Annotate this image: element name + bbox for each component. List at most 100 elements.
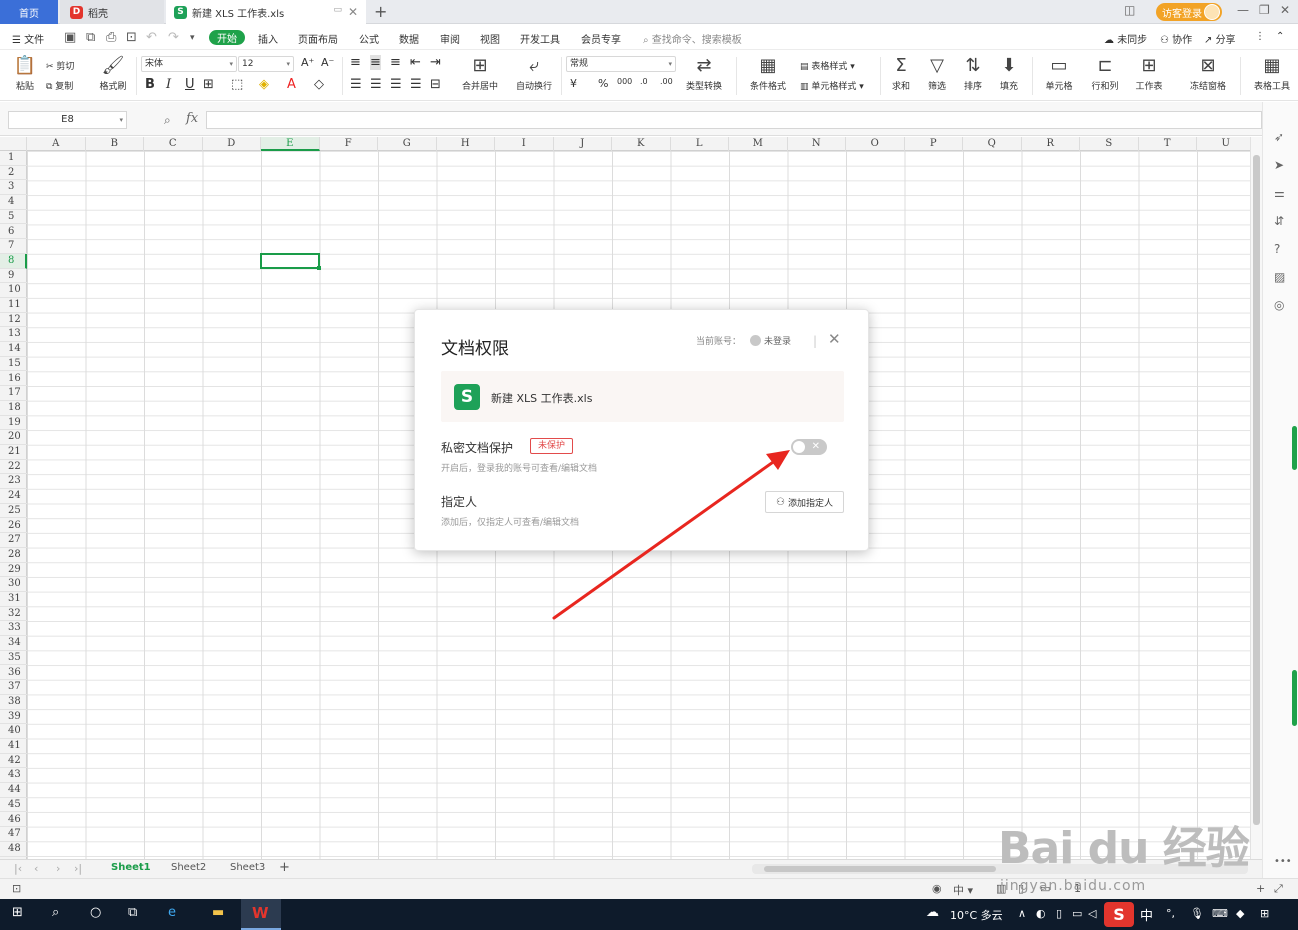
row-header-40[interactable]: 40	[0, 724, 27, 739]
new-tab-icon[interactable]: +	[374, 2, 387, 21]
sheet-tab-3[interactable]: Sheet3	[230, 862, 265, 873]
tab-document[interactable]: S 新建 XLS 工作表.xls ▭ ✕	[166, 0, 366, 24]
row-header-39[interactable]: 39	[0, 710, 27, 725]
row-header-9[interactable]: 9	[0, 269, 27, 284]
share-button[interactable]: ↗ 分享	[1204, 31, 1236, 46]
cursor-icon[interactable]: ➤	[1274, 158, 1284, 172]
wrap-text-button[interactable]: ⤶ 自动换行	[512, 55, 556, 92]
menu-data[interactable]: 数据	[399, 31, 419, 46]
print-icon[interactable]: ⎙	[106, 30, 116, 45]
column-header-u[interactable]: U	[1197, 137, 1250, 151]
column-header-p[interactable]: P	[905, 137, 963, 151]
preview-icon[interactable]: ⊡	[126, 30, 137, 45]
menu-page-layout[interactable]: 页面布局	[298, 31, 338, 46]
column-header-r[interactable]: R	[1022, 137, 1080, 151]
status-ime[interactable]: 中 ▾	[953, 882, 973, 898]
column-header-i[interactable]: I	[495, 137, 554, 151]
more-icon[interactable]: •••	[1274, 856, 1292, 867]
italic-icon[interactable]: I	[166, 77, 171, 92]
window-layout-icon[interactable]: ◫	[1124, 3, 1135, 17]
rocket-icon[interactable]: ➶	[1274, 130, 1284, 144]
row-header-30[interactable]: 30	[0, 577, 27, 592]
collapse-ribbon-icon[interactable]: ⌃	[1276, 31, 1284, 42]
decrease-font-icon[interactable]: A⁻	[321, 56, 334, 69]
row-header-25[interactable]: 25	[0, 504, 27, 519]
dialog-close-icon[interactable]: ✕	[828, 330, 841, 348]
font-size-select[interactable]: 12 ▾	[238, 56, 294, 72]
sheet-tab-1[interactable]: Sheet1	[111, 862, 151, 873]
distributed-icon[interactable]: ⊟	[430, 77, 441, 92]
increase-decimal-icon[interactable]: .0	[640, 77, 648, 86]
bold-icon[interactable]: B	[145, 77, 155, 92]
row-header-2[interactable]: 2	[0, 166, 27, 181]
compass-icon[interactable]: ◎	[1274, 298, 1284, 312]
row-header-27[interactable]: 27	[0, 533, 27, 548]
first-sheet-icon[interactable]: |‹	[14, 862, 22, 875]
cut-button[interactable]: ✂ 剪切	[46, 59, 74, 72]
row-header-28[interactable]: 28	[0, 548, 27, 563]
column-header-l[interactable]: L	[671, 137, 729, 151]
image-icon[interactable]: ▨	[1274, 270, 1285, 284]
menu-review[interactable]: 审阅	[440, 31, 460, 46]
indent-increase-icon[interactable]: ⇥	[430, 55, 441, 70]
row-header-5[interactable]: 5	[0, 210, 27, 225]
column-header-m[interactable]: M	[729, 137, 788, 151]
column-header-j[interactable]: J	[554, 137, 612, 151]
row-header-7[interactable]: 7	[0, 239, 27, 254]
table-tools-button[interactable]: ▦ 表格工具	[1248, 55, 1296, 92]
type-convert-button[interactable]: ⇄ 类型转换	[680, 55, 728, 92]
file-menu[interactable]: ☰ 文件	[12, 31, 44, 46]
menu-formula[interactable]: 公式	[359, 31, 379, 46]
last-sheet-icon[interactable]: ›|	[74, 862, 82, 875]
row-header-1[interactable]: 1	[0, 151, 27, 166]
eye-protect-icon[interactable]: ◉	[932, 882, 942, 895]
row-header-35[interactable]: 35	[0, 651, 27, 666]
zoom-in-icon[interactable]: +	[1256, 882, 1265, 895]
row-header-29[interactable]: 29	[0, 563, 27, 578]
underline-icon[interactable]: U	[185, 77, 195, 92]
font-color-icon[interactable]: A	[287, 77, 296, 92]
indent-decrease-icon[interactable]: ⇤	[410, 55, 421, 70]
column-header-d[interactable]: D	[203, 137, 261, 151]
select-all-corner[interactable]	[0, 137, 27, 151]
font-name-select[interactable]: 宋体 ▾	[141, 56, 237, 72]
align-middle-icon[interactable]: ≡	[370, 55, 381, 70]
help-icon[interactable]: ?	[1274, 242, 1280, 256]
column-header-f[interactable]: F	[320, 137, 378, 151]
vertical-scrollbar[interactable]	[1250, 137, 1262, 859]
row-header-32[interactable]: 32	[0, 607, 27, 622]
active-cell-e8[interactable]	[260, 253, 321, 270]
thousands-icon[interactable]: 000	[617, 77, 632, 86]
punctuation-icon[interactable]: °,	[1166, 907, 1175, 920]
sync-status[interactable]: ☁ 未同步	[1104, 31, 1147, 46]
align-center-icon[interactable]: ☰	[370, 77, 382, 92]
redo-icon[interactable]: ↷	[168, 30, 179, 45]
mic-icon[interactable]: 🎙	[1190, 907, 1204, 920]
row-col-button[interactable]: ⊏ 行和列	[1086, 55, 1124, 92]
column-header-b[interactable]: B	[86, 137, 144, 151]
tab-home[interactable]: 首页	[0, 0, 58, 24]
row-header-17[interactable]: 17	[0, 386, 27, 401]
column-header-e[interactable]: E	[261, 137, 320, 151]
row-header-8[interactable]: 8	[0, 253, 27, 269]
menu-developer[interactable]: 开发工具	[520, 31, 560, 46]
row-header-42[interactable]: 42	[0, 754, 27, 769]
column-header-o[interactable]: O	[846, 137, 905, 151]
cell-style-button[interactable]: ▥ 单元格样式 ▾	[800, 79, 864, 92]
row-header-3[interactable]: 3	[0, 180, 27, 196]
keyboard-icon[interactable]: ⌨	[1212, 907, 1228, 920]
toolbox-icon[interactable]: ⊞	[1260, 907, 1269, 920]
tray-expand-icon[interactable]: ∧	[1018, 907, 1026, 920]
more-options-icon[interactable]: ⋮	[1255, 31, 1265, 42]
fullscreen-icon[interactable]: ⤢	[1274, 882, 1283, 896]
row-header-19[interactable]: 19	[0, 416, 27, 431]
vertical-scroll-thumb[interactable]	[1253, 155, 1260, 825]
visitor-login-button[interactable]: 访客登录	[1156, 3, 1222, 21]
filter-button[interactable]: ▽ 筛选	[922, 55, 952, 92]
column-header-c[interactable]: C	[144, 137, 203, 151]
cortana-icon[interactable]: ○	[90, 905, 101, 920]
minimize-icon[interactable]: —	[1237, 3, 1249, 17]
sum-button[interactable]: Σ 求和	[886, 55, 916, 92]
row-header-46[interactable]: 46	[0, 813, 27, 828]
row-header-21[interactable]: 21	[0, 445, 27, 460]
